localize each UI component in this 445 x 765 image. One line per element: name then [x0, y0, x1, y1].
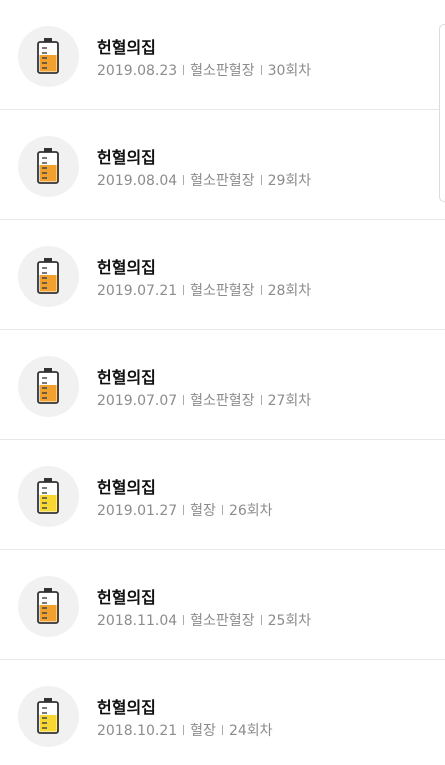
record-title: 헌혈의집: [97, 148, 156, 167]
blood-bag-icon: [18, 466, 79, 527]
separator: [260, 615, 262, 625]
record-count: 30회차: [267, 63, 312, 79]
record-count: 27회차: [267, 393, 312, 409]
blood-bag-icon: [18, 246, 79, 307]
donation-record-item[interactable]: 헌혈의집 2018.10.21 혈장 24회차: [0, 660, 445, 765]
record-type: 혈소판혈장: [190, 63, 255, 79]
record-date: 2019.08.04: [97, 173, 178, 189]
record-date: 2018.10.21: [97, 723, 178, 739]
record-title: 헌혈의집: [97, 38, 156, 57]
record-date: 2019.07.21: [97, 283, 178, 299]
record-title: 헌혈의집: [97, 478, 156, 497]
record-title: 헌혈의집: [97, 368, 156, 387]
record-meta: 2018.11.04 혈소판혈장 25회차: [97, 610, 311, 630]
separator: [183, 505, 185, 515]
record-type: 혈장: [190, 723, 216, 739]
separator: [260, 285, 262, 295]
record-type: 혈소판혈장: [190, 613, 255, 629]
separator: [221, 725, 223, 735]
donation-record-item[interactable]: 헌혈의집 2019.08.23 혈소판혈장 30회차: [0, 0, 445, 110]
record-type: 혈소판혈장: [190, 173, 255, 189]
record-meta: 2019.08.23 혈소판혈장 30회차: [97, 60, 311, 80]
record-count: 28회차: [267, 283, 312, 299]
record-date: 2018.11.04: [97, 613, 178, 629]
record-meta: 2019.07.21 혈소판혈장 28회차: [97, 280, 311, 300]
record-count: 24회차: [228, 723, 273, 739]
separator: [221, 505, 223, 515]
separator: [183, 395, 185, 405]
blood-bag-icon: [18, 356, 79, 417]
record-count: 29회차: [267, 173, 312, 189]
donation-record-item[interactable]: 헌혈의집 2018.11.04 혈소판혈장 25회차: [0, 550, 445, 660]
donation-record-item[interactable]: 헌혈의집 2019.08.04 혈소판혈장 29회차: [0, 110, 445, 220]
record-meta: 2019.01.27 혈장 26회차: [97, 500, 273, 520]
blood-bag-icon: [18, 26, 79, 87]
blood-bag-icon: [18, 576, 79, 637]
record-title: 헌혈의집: [97, 588, 156, 607]
separator: [183, 175, 185, 185]
record-date: 2019.01.27: [97, 503, 178, 519]
record-date: 2019.07.07: [97, 393, 178, 409]
separator: [260, 65, 262, 75]
separator: [183, 725, 185, 735]
record-title: 헌혈의집: [97, 258, 156, 277]
record-type: 혈소판혈장: [190, 283, 255, 299]
separator: [183, 65, 185, 75]
separator: [183, 285, 185, 295]
separator: [260, 395, 262, 405]
record-count: 26회차: [228, 503, 273, 519]
donation-history-list: 헌혈의집 2019.08.23 혈소판혈장 30회차 헌혈의집 2019.08.04…: [0, 0, 445, 765]
record-type: 혈소판혈장: [190, 393, 255, 409]
record-meta: 2018.10.21 혈장 24회차: [97, 720, 273, 740]
record-date: 2019.08.23: [97, 63, 178, 79]
donation-record-item[interactable]: 헌혈의집 2019.07.21 혈소판혈장 28회차: [0, 220, 445, 330]
donation-record-item[interactable]: 헌혈의집 2019.07.07 혈소판혈장 27회차: [0, 330, 445, 440]
donation-record-item[interactable]: 헌혈의집 2019.01.27 혈장 26회차: [0, 440, 445, 550]
separator: [260, 175, 262, 185]
scroll-indicator[interactable]: [439, 24, 445, 202]
blood-bag-icon: [18, 136, 79, 197]
record-count: 25회차: [267, 613, 312, 629]
record-type: 혈장: [190, 503, 216, 519]
separator: [183, 615, 185, 625]
record-meta: 2019.08.04 혈소판혈장 29회차: [97, 170, 311, 190]
record-meta: 2019.07.07 혈소판혈장 27회차: [97, 390, 311, 410]
blood-bag-icon: [18, 686, 79, 747]
record-title: 헌혈의집: [97, 698, 156, 717]
